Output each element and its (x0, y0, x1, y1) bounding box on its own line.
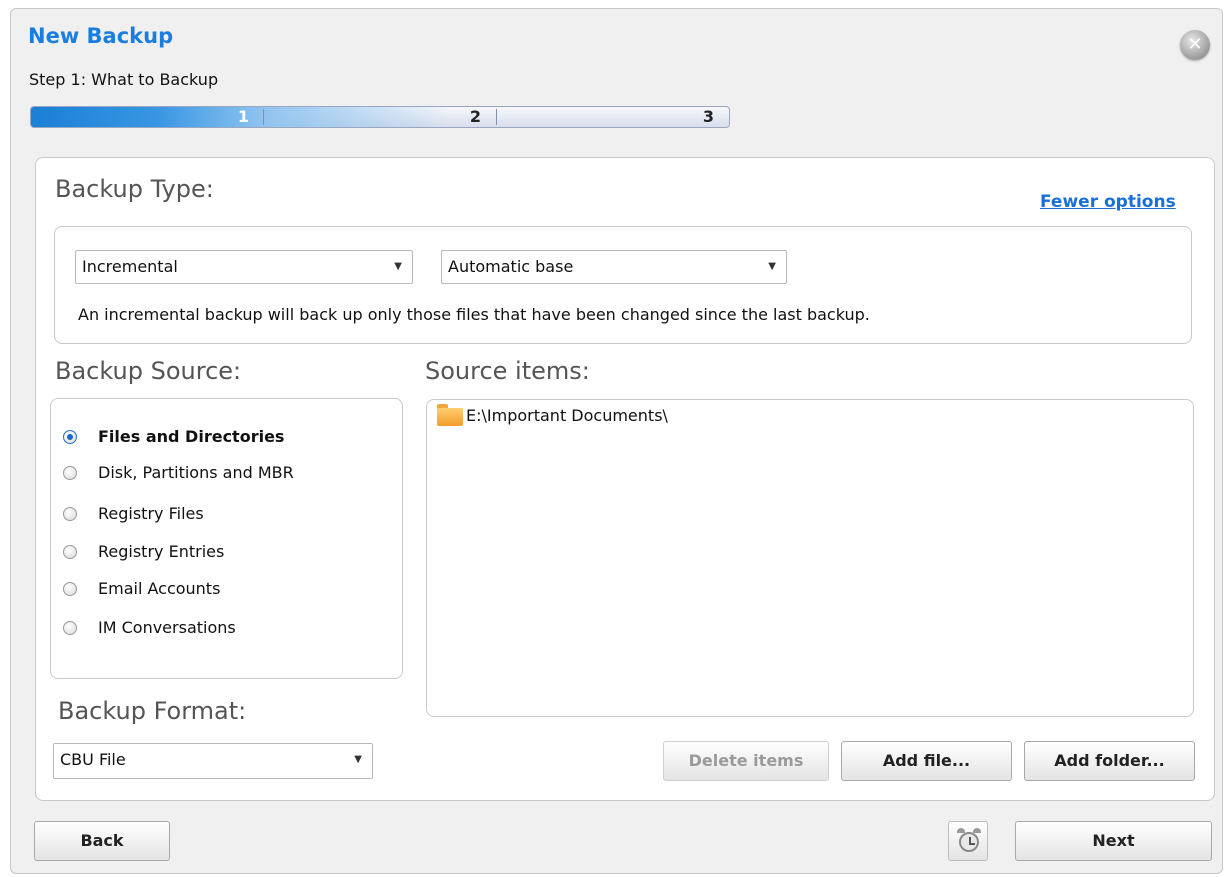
radio-disk-partitions-mbr[interactable]: Disk, Partitions and MBR (63, 463, 294, 482)
fewer-options-link[interactable]: Fewer options (1040, 192, 1176, 212)
radio-button-icon[interactable] (63, 544, 77, 559)
chevron-down-icon: ▼ (394, 261, 402, 272)
progress-step-1: 1 (237, 107, 249, 126)
backup-format-select[interactable]: CBU File ▼ (53, 743, 373, 779)
backup-type-heading: Backup Type: (55, 175, 214, 203)
radio-registry-entries[interactable]: Registry Entries (63, 542, 224, 561)
chevron-down-icon: ▼ (354, 754, 362, 765)
chevron-down-icon: ▼ (768, 261, 776, 272)
radio-registry-files[interactable]: Registry Files (63, 504, 204, 523)
radio-button-icon[interactable] (63, 465, 77, 480)
source-items-heading: Source items: (425, 357, 590, 385)
radio-im-conversations[interactable]: IM Conversations (63, 618, 236, 637)
progress-step-3: 3 (702, 107, 714, 126)
clock-face (959, 832, 979, 852)
backup-type-select[interactable]: Incremental ▼ (75, 250, 413, 284)
backup-base-value: Automatic base (448, 257, 574, 276)
next-button[interactable]: Next (1015, 821, 1212, 861)
dialog-title: New Backup (28, 24, 174, 48)
radio-files-and-directories[interactable]: Files and Directories (63, 427, 284, 446)
radio-button-icon[interactable] (63, 429, 77, 444)
backup-format-heading: Backup Format: (58, 697, 247, 725)
backup-source-heading: Backup Source: (55, 357, 242, 385)
add-file-button[interactable]: Add file... (841, 741, 1012, 781)
backup-type-box (54, 226, 1192, 344)
add-folder-button[interactable]: Add folder... (1024, 741, 1195, 781)
backup-type-value: Incremental (82, 257, 178, 276)
backup-base-select[interactable]: Automatic base ▼ (441, 250, 787, 284)
radio-label: IM Conversations (98, 618, 236, 637)
progress-step-2: 2 (469, 107, 481, 126)
radio-button-icon[interactable] (63, 506, 77, 521)
back-button[interactable]: Back (34, 821, 170, 861)
step-label: Step 1: What to Backup (29, 70, 219, 89)
radio-button-icon[interactable] (63, 581, 77, 596)
source-items-list[interactable] (426, 399, 1194, 717)
bell-decoration (973, 828, 981, 833)
backup-type-description: An incremental backup will back up only … (78, 305, 870, 324)
radio-email-accounts[interactable]: Email Accounts (63, 579, 220, 598)
radio-label: Files and Directories (98, 427, 285, 446)
step-progress-bar: 1 2 3 (30, 106, 730, 128)
source-item[interactable]: E:\Important Documents\ (437, 404, 668, 426)
radio-label: Disk, Partitions and MBR (98, 463, 294, 482)
folder-icon (437, 404, 463, 426)
backup-format-value: CBU File (60, 750, 126, 769)
radio-label: Email Accounts (98, 579, 221, 598)
close-icon[interactable]: ✕ (1180, 30, 1210, 60)
radio-label: Registry Entries (98, 542, 225, 561)
radio-label: Registry Files (98, 504, 204, 523)
source-item-label: E:\Important Documents\ (466, 405, 668, 425)
alarm-clock-icon[interactable] (948, 821, 988, 861)
radio-button-icon[interactable] (63, 620, 77, 635)
delete-items-button[interactable]: Delete items (663, 741, 829, 781)
